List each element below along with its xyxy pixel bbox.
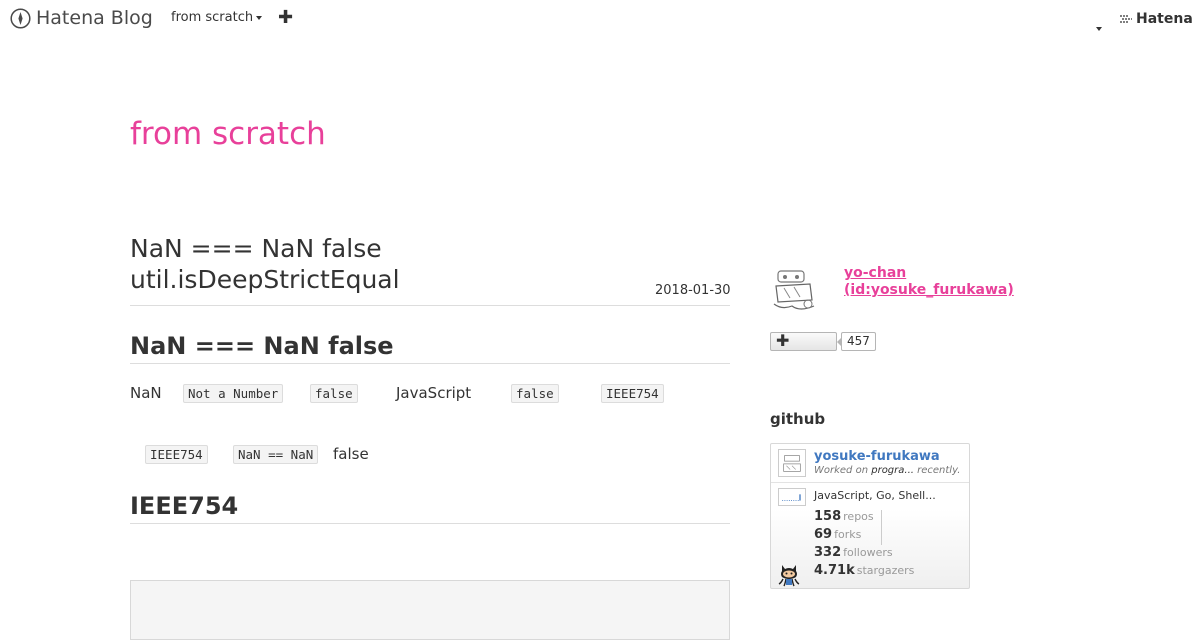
entry-date[interactable]: 2018-01-30 bbox=[655, 283, 731, 298]
github-username[interactable]: yosuke-furukawa bbox=[814, 449, 940, 464]
stat-value: 4.71k bbox=[814, 563, 855, 578]
new-entry-button[interactable]: ✚ bbox=[278, 7, 293, 29]
code-block bbox=[130, 580, 730, 640]
divider bbox=[771, 482, 969, 483]
activity-graph-icon bbox=[778, 488, 806, 506]
stat-repos: 158 repos bbox=[814, 509, 874, 525]
stat-value: 69 bbox=[814, 527, 833, 542]
activity-suffix: recently. bbox=[913, 465, 961, 476]
entry-title-line2: util.isDeepStrictEqual bbox=[130, 265, 400, 294]
module-title: github bbox=[770, 410, 826, 428]
stat-followers: 332 followers bbox=[814, 545, 893, 561]
paragraph: NaN Not a Number false JavaScript false … bbox=[130, 383, 730, 405]
divider bbox=[130, 305, 730, 306]
divider bbox=[130, 363, 730, 364]
blog-title[interactable]: from scratch bbox=[130, 114, 326, 154]
follow-button[interactable]: ✚ bbox=[770, 331, 837, 351]
activity-repo-link[interactable]: progra... bbox=[871, 465, 914, 476]
plus-icon: ✚ bbox=[278, 7, 294, 28]
inline-code: NaN == NaN bbox=[233, 445, 319, 464]
paragraph: IEEE754 NaN == NaN false bbox=[130, 444, 730, 466]
hatena-blog-logo[interactable]: Hatena Blog bbox=[10, 7, 153, 29]
profile-display-name: yo-chan bbox=[844, 265, 907, 281]
follower-count[interactable]: 457 bbox=[837, 332, 876, 351]
github-activity: Worked on progra... recently. bbox=[814, 465, 960, 476]
inline-code: IEEE754 bbox=[601, 384, 664, 403]
hatena-menu[interactable]: Hatena bbox=[1119, 11, 1193, 27]
global-header: Hatena Blog from scratch ✚ Hatena bbox=[0, 0, 1200, 37]
entry-title-line1: NaN === NaN false bbox=[130, 234, 382, 263]
section-heading: IEEE754 bbox=[130, 492, 239, 520]
hatena-label: Hatena bbox=[1136, 11, 1193, 27]
stat-stargazers: 4.71k stargazers bbox=[814, 563, 914, 579]
stat-label: repos bbox=[843, 510, 874, 523]
inline-code: Not a Number bbox=[183, 384, 284, 403]
inline-code: IEEE754 bbox=[145, 445, 208, 464]
octocat-icon bbox=[778, 565, 800, 587]
stat-label: forks bbox=[834, 528, 862, 541]
blog-switcher[interactable]: from scratch bbox=[171, 10, 263, 25]
user-menu-toggle[interactable] bbox=[1096, 16, 1102, 35]
stat-forks: 69 forks bbox=[814, 527, 861, 543]
stat-label: followers bbox=[843, 546, 893, 559]
section-heading: NaN === NaN false bbox=[130, 332, 394, 360]
github-avatar[interactable] bbox=[778, 449, 806, 477]
github-languages: JavaScript, Go, Shell... bbox=[814, 489, 936, 502]
stat-label: stargazers bbox=[856, 564, 915, 577]
profile-name-link[interactable]: yo-chan (id:yosuke_furukawa) bbox=[844, 265, 1014, 299]
hatena-pen-icon bbox=[10, 7, 31, 29]
stat-value: 158 bbox=[814, 509, 842, 524]
plus-icon: ✚ bbox=[776, 331, 790, 350]
text-run: JavaScript bbox=[396, 384, 472, 402]
profile-icon[interactable] bbox=[770, 266, 818, 314]
text-run: false bbox=[333, 445, 369, 463]
github-badge: yosuke-furukawa Worked on progra... rece… bbox=[770, 443, 970, 589]
caret-down-icon bbox=[256, 15, 263, 20]
blog-switcher-label: from scratch bbox=[171, 10, 254, 25]
entry-title[interactable]: NaN === NaN false util.isDeepStrictEqual bbox=[130, 233, 690, 295]
caret-down-icon bbox=[1096, 27, 1102, 31]
inline-code: false bbox=[310, 384, 358, 403]
inline-code: false bbox=[511, 384, 559, 403]
logo-text: Hatena Blog bbox=[36, 7, 153, 29]
activity-prefix: Worked on bbox=[814, 465, 872, 476]
divider bbox=[130, 523, 730, 524]
divider bbox=[881, 510, 882, 545]
profile-id: (id:yosuke_furukawa) bbox=[844, 282, 1014, 298]
stat-value: 332 bbox=[814, 545, 842, 560]
hatena-wing-icon bbox=[1120, 15, 1132, 23]
text-run: NaN bbox=[130, 384, 162, 402]
